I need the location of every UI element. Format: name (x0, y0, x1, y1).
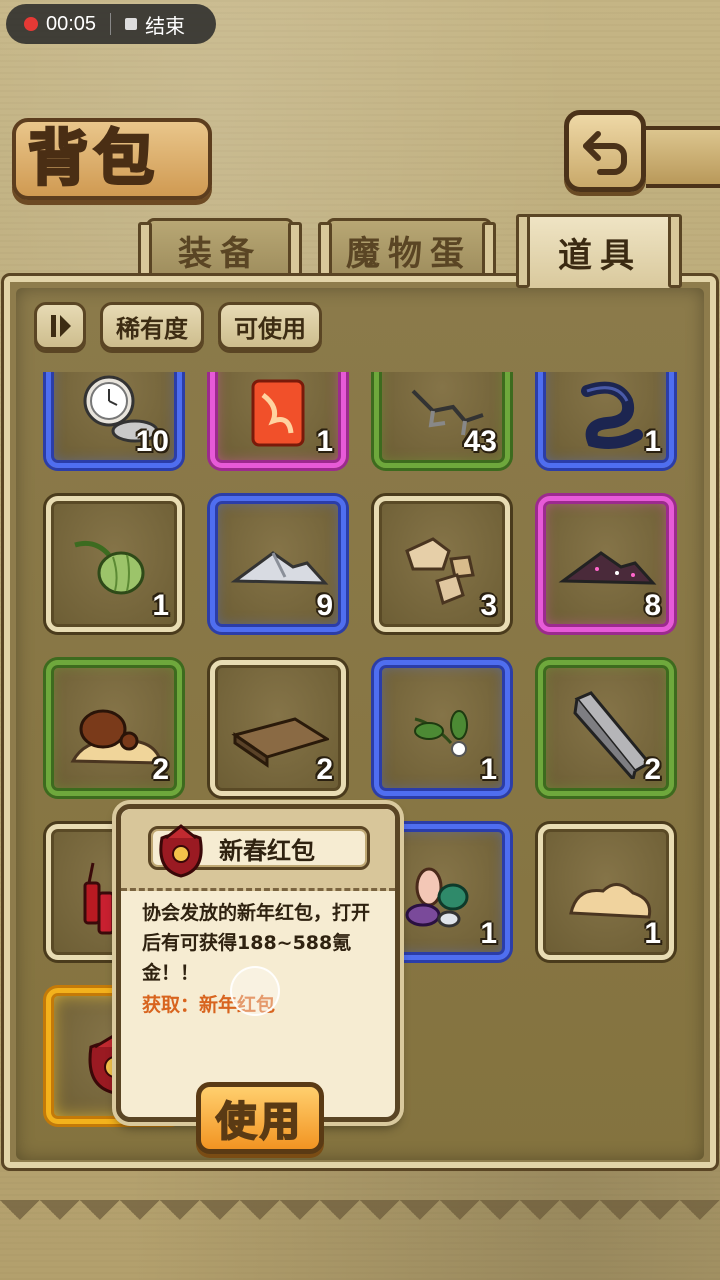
sort-toggle-button[interactable] (34, 302, 86, 350)
bottom-border-decoration (0, 1200, 720, 1240)
end-record-button[interactable]: 结束 (145, 10, 185, 39)
item-quantity: 2 (644, 753, 661, 786)
chestnut-mushroom-icon (70, 709, 163, 765)
item-slot[interactable]: 9 (210, 496, 346, 632)
back-button-rail (646, 126, 720, 188)
screen-record-indicator: 00:05 结束 (6, 4, 216, 44)
item-slot[interactable]: 1 (46, 496, 182, 632)
item-quantity: 2 (316, 753, 333, 786)
rarity-filter-button[interactable]: 稀有度 (100, 302, 204, 350)
item-slot[interactable]: 43 (374, 372, 510, 468)
usable-filter-label: 可使用 (234, 314, 306, 343)
item-quantity: 1 (644, 917, 661, 950)
item-quantity: 8 (644, 589, 661, 622)
tab-monster-egg[interactable]: 魔物蛋 (326, 218, 492, 280)
item-name: 新春红包 (219, 836, 315, 865)
item-quantity: 2 (152, 753, 169, 786)
item-quantity: 1 (480, 917, 497, 950)
iron-ingot-icon (573, 691, 652, 779)
red-envelope-bag-icon (159, 824, 203, 878)
item-slot[interactable]: 2 (538, 660, 674, 796)
touch-indicator (230, 966, 280, 1016)
item-slot[interactable]: 3 (374, 496, 510, 632)
tab-label: 装备 (178, 234, 262, 274)
use-button-label: 使用 (215, 1098, 304, 1146)
use-button[interactable]: 使用 (196, 1082, 324, 1154)
item-quantity: 1 (480, 753, 497, 786)
tab-post (288, 222, 302, 278)
dough-lump-icon (569, 883, 652, 919)
item-slot[interactable]: 10 (46, 372, 182, 468)
tab-label: 魔物蛋 (346, 234, 472, 274)
item-quantity: 1 (316, 425, 333, 458)
divider (110, 13, 112, 35)
tab-label: 道具 (558, 236, 642, 276)
tab-items[interactable]: 道具 (520, 214, 680, 288)
item-slot[interactable]: 1 (374, 660, 510, 796)
tab-post (668, 214, 682, 288)
back-arrow-icon (583, 131, 627, 175)
page-title: 背包 (27, 123, 160, 196)
starry-powder-icon (558, 551, 657, 585)
record-timer: 00:05 (46, 12, 97, 35)
item-slot[interactable]: 1 (538, 372, 674, 468)
item-quantity: 1 (152, 589, 169, 622)
candy-shells-icon (405, 867, 469, 928)
sort-toggle-icon (51, 315, 71, 337)
tab-post (482, 222, 496, 278)
wood-plank-icon (231, 717, 329, 768)
item-slot[interactable]: 2 (46, 660, 182, 796)
item-slot[interactable]: 2 (210, 660, 346, 796)
dark-serpent-icon (581, 381, 643, 449)
silver-powder-icon (230, 551, 329, 585)
item-slot[interactable]: 1 (538, 824, 674, 960)
item-quantity: 1 (644, 425, 661, 458)
tab-post (318, 222, 332, 278)
item-slot[interactable]: 1 (210, 372, 346, 468)
item-quantity: 3 (480, 589, 497, 622)
usable-filter-button[interactable]: 可使用 (218, 302, 322, 350)
item-quantity: 9 (316, 589, 333, 622)
stone-chunks-icon (405, 537, 475, 606)
tab-post (138, 222, 152, 278)
item-slot[interactable]: 8 (538, 496, 674, 632)
green-seed-pod-icon (74, 540, 145, 595)
stop-icon[interactable] (125, 18, 138, 30)
rarity-filter-label: 稀有度 (116, 314, 188, 343)
tab-post (516, 214, 530, 288)
item-quantity: 10 (135, 425, 169, 458)
item-quantity: 43 (463, 425, 497, 458)
flower-sprig-icon (414, 710, 468, 757)
fire-crystal-icon (251, 379, 305, 447)
back-button[interactable] (564, 110, 646, 192)
tab-equipment[interactable]: 装备 (146, 218, 294, 280)
record-dot-icon (24, 17, 38, 31)
